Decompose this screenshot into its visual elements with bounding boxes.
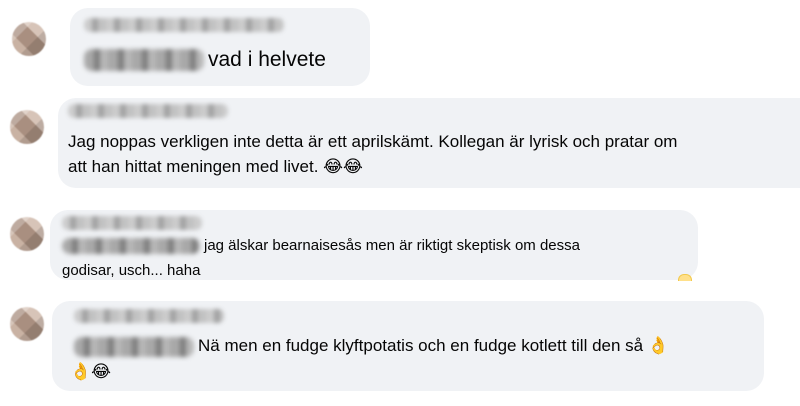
reaction-icon[interactable]	[678, 274, 692, 281]
comment-bubble: Nä men en fudge klyftpotatis och en fudg…	[52, 301, 764, 391]
comment-text: vad i helvete	[84, 46, 326, 74]
avatar[interactable]	[10, 110, 44, 144]
mention-redacted[interactable]	[62, 238, 200, 255]
joy-emoji-icon: 😂	[343, 157, 363, 176]
comment-text-line-1: jag älskar bearnaisesås men är riktigt s…	[62, 236, 580, 256]
avatar[interactable]	[10, 217, 44, 251]
comment-3: jag älskar bearnaisesås men är riktigt s…	[0, 205, 800, 300]
comment-2: Jag noppas verkligen inte detta är ett a…	[0, 95, 800, 190]
joy-emoji-icon: 😂	[91, 362, 112, 381]
comment-1: vad i helvete	[0, 0, 800, 95]
avatar[interactable]	[12, 22, 46, 56]
comment-bubble: Jag noppas verkligen inte detta är ett a…	[58, 98, 800, 188]
comment-text-content: jag älskar bearnaisesås men är riktigt s…	[204, 237, 580, 254]
ok-hand-emoji-icon: 👌	[647, 336, 670, 355]
avatar[interactable]	[10, 307, 44, 341]
commenter-name-redacted[interactable]	[62, 216, 202, 230]
comment-4: Nä men en fudge klyftpotatis och en fudg…	[0, 295, 800, 406]
comment-text-line-2: att han hittat meningen med livet. 😂😂	[68, 156, 363, 179]
comment-text-content: att han hittat meningen med livet.	[68, 157, 319, 176]
commenter-name-redacted[interactable]	[68, 104, 228, 118]
comment-text-line-1: Nä men en fudge klyftpotatis och en fudg…	[74, 335, 669, 358]
commenter-name-redacted[interactable]	[74, 309, 224, 323]
comment-text-line-1: Jag noppas verkligen inte detta är ett a…	[68, 132, 678, 151]
mention-redacted[interactable]	[84, 49, 204, 72]
commenter-name-redacted[interactable]	[84, 18, 284, 32]
comment-bubble: vad i helvete	[70, 8, 370, 86]
comment-text-content: Nä men en fudge klyftpotatis och en fudg…	[198, 336, 644, 355]
ok-hand-emoji-icon: 👌	[70, 362, 92, 381]
comment-text-content: vad i helvete	[208, 48, 326, 71]
mention-redacted[interactable]	[74, 336, 194, 357]
joy-emoji-icon: 😂	[323, 157, 344, 176]
comment-text-line-2: godisar, usch... haha	[62, 262, 201, 279]
comment-text-line-2: 👌😂	[70, 361, 111, 384]
comment-bubble: jag älskar bearnaisesås men är riktigt s…	[50, 210, 698, 280]
